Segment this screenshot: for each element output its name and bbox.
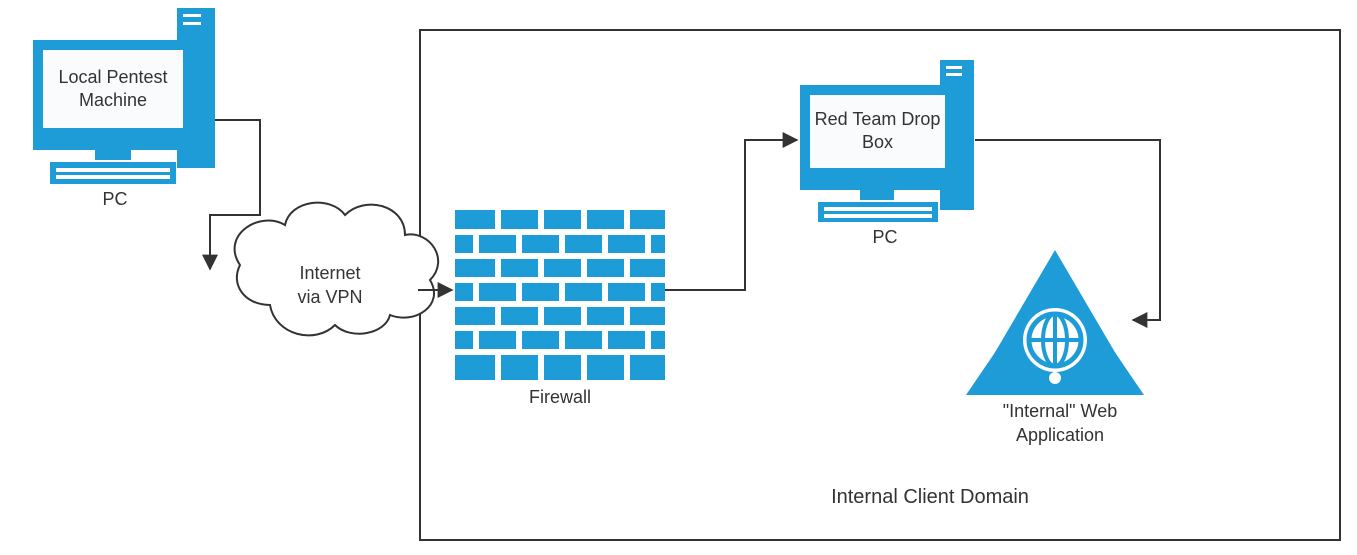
pentest-pc-label: Local Pentest Machine: [42, 66, 184, 113]
firewall-label: Firewall: [505, 386, 615, 409]
webapp-line2: Application: [970, 424, 1150, 447]
client-domain-label: Internal Client Domain: [780, 484, 1080, 510]
cloud-line2: via VPN: [280, 286, 380, 309]
webapp-icon: [966, 250, 1144, 395]
webapp-line1: "Internal" Web: [970, 400, 1150, 423]
dropbox-pc-sublabel: PC: [850, 226, 920, 249]
pentest-pc-sublabel: PC: [80, 188, 150, 211]
dropbox-pc-label: Red Team Drop Box: [809, 108, 946, 155]
firewall-icon: [455, 210, 665, 380]
edge-firewall-to-dropbox: [665, 140, 797, 290]
cloud-line1: Internet: [280, 262, 380, 285]
diagram-canvas: [0, 0, 1357, 555]
